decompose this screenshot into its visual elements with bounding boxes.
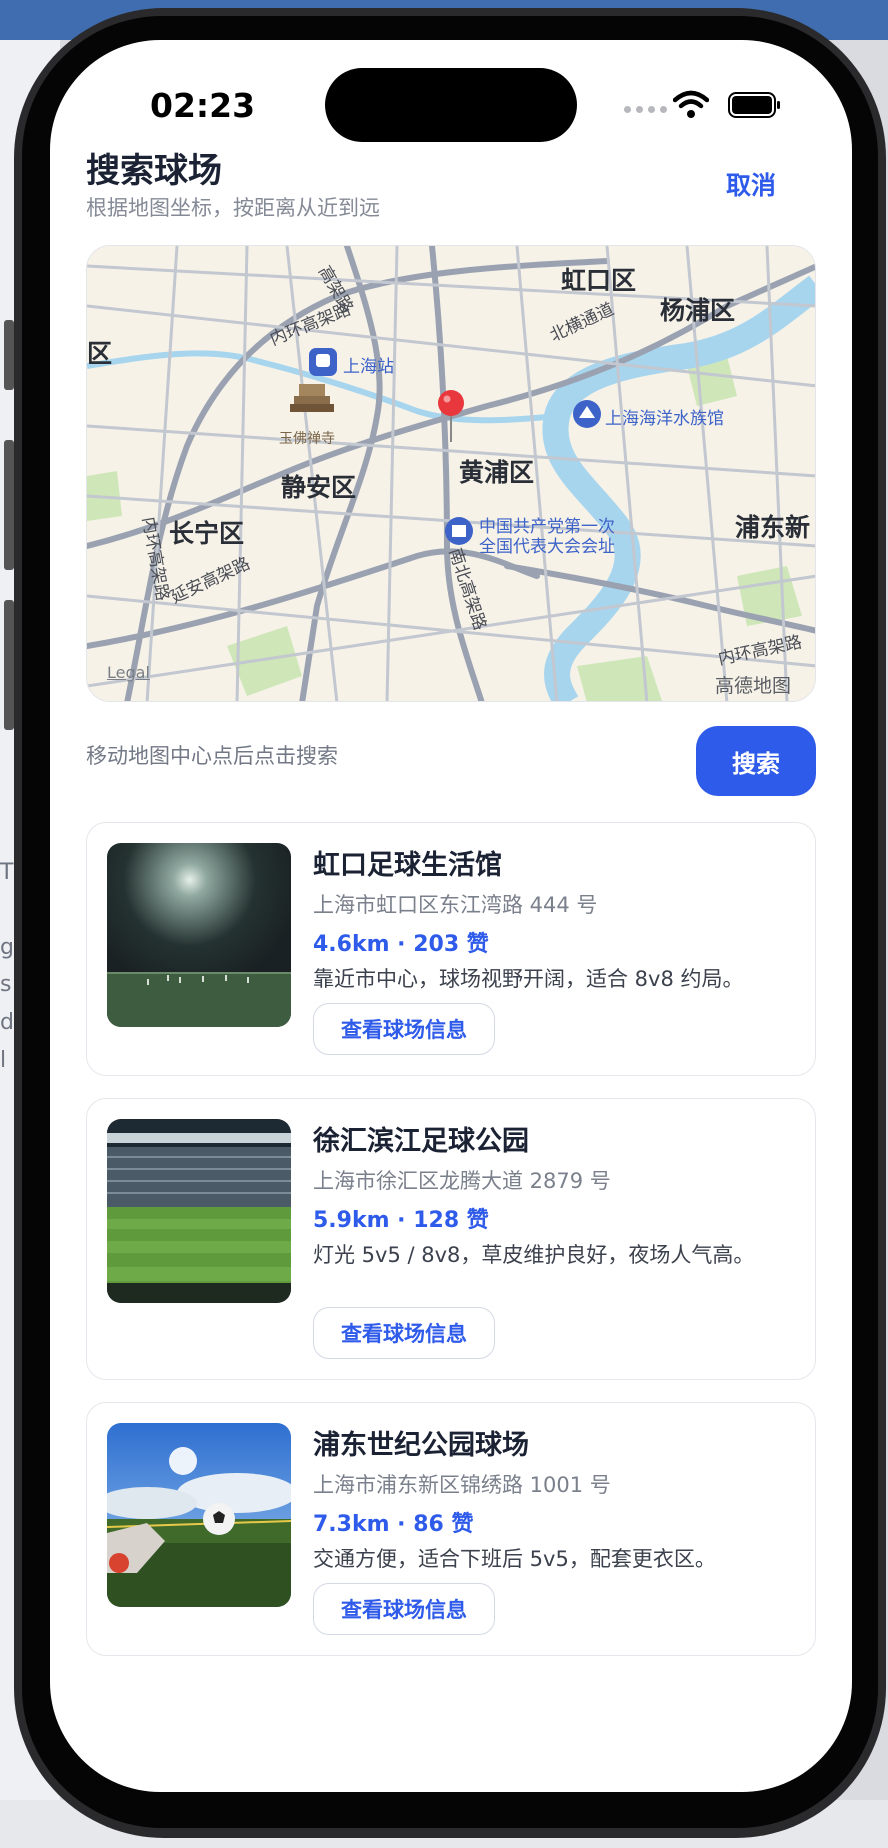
volume-down-button: [4, 440, 14, 570]
map-district-label: 区: [87, 339, 113, 368]
result-card[interactable]: 徐汇滨江足球公园 上海市徐汇区龙腾大道 2879 号 5.9km · 128 赞…: [86, 1098, 816, 1380]
cancel-button[interactable]: 取消: [726, 166, 776, 202]
status-time: 02:23: [150, 86, 256, 125]
field-description: 灯光 5v5 / 8v8，草皮维护良好，夜场人气高。: [313, 1243, 755, 1267]
volume-up-button: [4, 320, 14, 390]
desktop-text-fragment: d: [0, 1010, 14, 1035]
field-description: 交通方便，适合下班后 5v5，配套更衣区。: [313, 1547, 716, 1571]
wifi-icon: [673, 90, 709, 118]
view-field-info-button[interactable]: 查看球场信息: [313, 1307, 495, 1359]
map-poi-label: 上海站: [343, 357, 394, 377]
aquarium-icon: [573, 400, 601, 428]
search-hint: 移动地图中心点后点击搜索: [86, 744, 338, 768]
map-district-label: 虹口区: [561, 266, 637, 295]
field-address: 上海市虹口区东江湾路 444 号: [313, 893, 598, 917]
side-button: [4, 600, 14, 730]
train-station-icon: [309, 348, 337, 376]
field-photo-ball: [107, 1423, 291, 1607]
field-address: 上海市徐汇区龙腾大道 2879 号: [313, 1169, 611, 1193]
field-photo-night: [107, 843, 291, 1027]
search-button[interactable]: 搜索: [696, 726, 816, 796]
dynamic-island: [325, 68, 577, 142]
memorial-icon: [445, 517, 473, 545]
result-card[interactable]: 浦东世纪公园球场 上海市浦东新区锦绣路 1001 号 7.3km · 86 赞 …: [86, 1402, 816, 1656]
field-distance-likes: 4.6km · 203 赞: [313, 932, 489, 957]
map-legal-link[interactable]: Legal: [107, 663, 150, 682]
map-poi-label: 玉佛禅寺: [279, 431, 335, 447]
result-card[interactable]: 虹口足球生活馆 上海市虹口区东江湾路 444 号 4.6km · 203 赞 靠…: [86, 822, 816, 1076]
map-district-label: 杨浦区: [660, 296, 736, 325]
signal-dots-icon: [624, 106, 667, 113]
field-name: 徐汇滨江足球公园: [313, 1126, 529, 1157]
field-distance-likes: 7.3km · 86 赞: [313, 1512, 474, 1537]
field-description: 靠近市中心，球场视野开阔，适合 8v8 约局。: [313, 967, 744, 991]
page-title: 搜索球场: [86, 151, 222, 191]
map-district-label: 黄浦区: [459, 458, 535, 487]
view-field-info-button[interactable]: 查看球场信息: [313, 1583, 495, 1635]
desktop-text-fragment: s: [0, 972, 12, 997]
map-attribution: 高德地图: [715, 675, 792, 697]
map-view[interactable]: 虹口区 杨浦区 区 静安区 黄浦区 长宁区 浦东新 内环高架路 北横通道 南北高…: [86, 245, 816, 702]
field-address: 上海市浦东新区锦绣路 1001 号: [313, 1473, 611, 1497]
field-photo-stadium: [107, 1119, 291, 1303]
phone-screen: 02:23 搜索球场 根据地图坐标，按距离从近到远 取消 虹口区 杨浦区 区 静…: [50, 40, 852, 1792]
view-field-info-button[interactable]: 查看球场信息: [313, 1003, 495, 1055]
map-poi-label: 上海海洋水族馆: [605, 409, 724, 429]
map-district-label: 静安区: [281, 473, 357, 502]
map-district-label: 长宁区: [169, 519, 245, 548]
desktop-text-fragment: g: [0, 935, 14, 960]
map-poi-label: 全国代表大会会址: [479, 537, 615, 557]
page-subtitle: 根据地图坐标，按距离从近到远: [86, 196, 380, 220]
desktop-text-fragment: T: [0, 860, 14, 885]
battery-icon: [728, 92, 780, 118]
field-distance-likes: 5.9km · 128 赞: [313, 1208, 489, 1233]
desktop-text-fragment: l: [0, 1048, 7, 1073]
map-district-label: 浦东新: [735, 513, 811, 542]
field-name: 虹口足球生活馆: [313, 850, 502, 881]
field-name: 浦东世纪公园球场: [313, 1430, 529, 1461]
